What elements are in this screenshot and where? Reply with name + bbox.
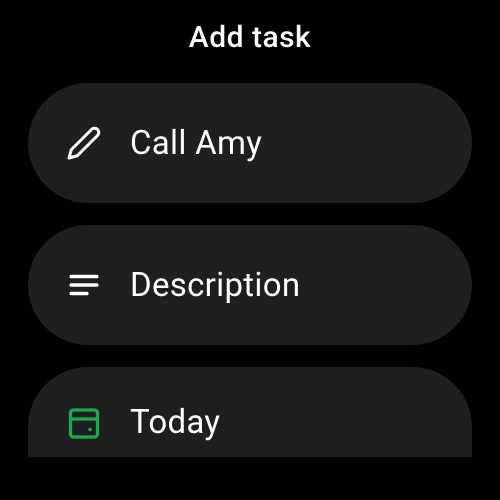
description-icon (64, 265, 104, 305)
pencil-icon (64, 123, 104, 163)
task-title-row[interactable]: Call Amy (28, 83, 472, 203)
date-row[interactable]: Today (28, 367, 472, 457)
date-label: Today (130, 403, 220, 442)
page-title: Add task (28, 0, 472, 83)
description-label: Description (130, 266, 300, 305)
description-row[interactable]: Description (28, 225, 472, 345)
calendar-icon (64, 402, 104, 442)
task-title-label: Call Amy (130, 124, 262, 163)
